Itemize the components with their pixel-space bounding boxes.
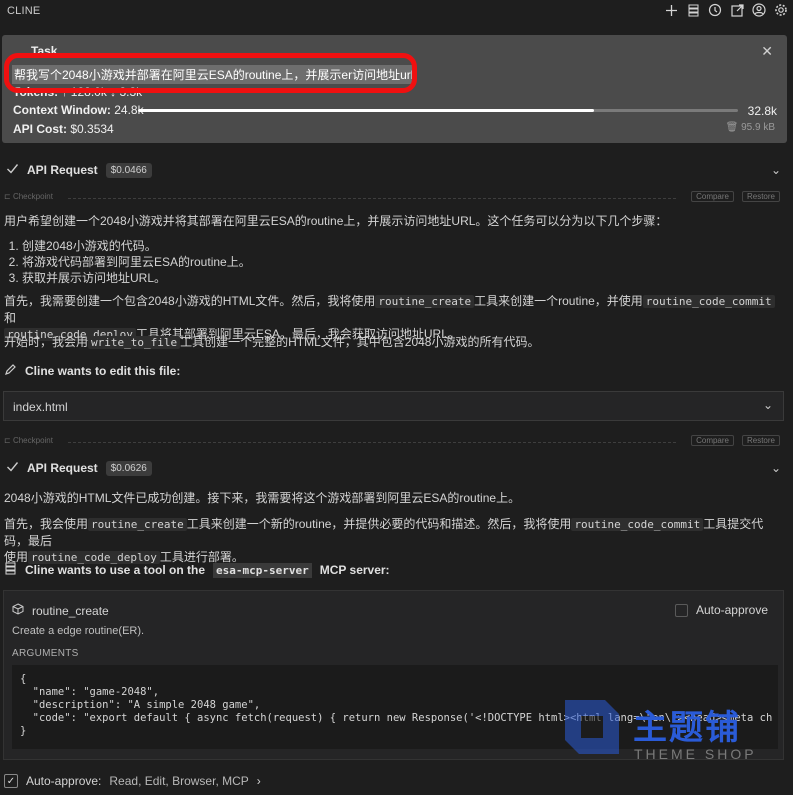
step-item: 创建2048小游戏的代码。 — [22, 238, 784, 254]
panel-title: CLINE — [7, 5, 41, 17]
tool-name: routine_create — [32, 603, 109, 618]
cube-icon — [12, 603, 24, 618]
restore-button[interactable]: Restore — [741, 435, 780, 446]
compare-button[interactable]: Compare — [691, 435, 734, 446]
context-progress-bar — [138, 109, 738, 112]
code-line: { — [20, 673, 27, 685]
edit-file-row: Cline wants to edit this file: — [4, 363, 180, 379]
api-request-row[interactable]: API Request $0.0626 — [6, 460, 152, 476]
compare-button[interactable]: Compare — [691, 191, 734, 202]
assistant-message-success: 2048小游戏的HTML文件已成功创建。接下来，我需要将这个游戏部署到阿里云ES… — [4, 491, 521, 505]
chevron-down-icon[interactable]: ⌄ — [771, 163, 781, 177]
auto-approve-label: Auto-approve: — [26, 774, 102, 788]
checkpoint-row: ⊏ Checkpoint Compare Restore — [4, 435, 786, 447]
context-label: Context Window: — [13, 103, 111, 117]
panel-header: CLINE — [0, 0, 793, 22]
file-accordion[interactable]: index.html ⌄ — [3, 391, 784, 421]
watermark-text: 主题铺 — [633, 709, 741, 747]
auto-approve-bar[interactable]: ✓ Auto-approve: Read, Edit, Browser, MCP… — [4, 774, 261, 788]
history-icon[interactable] — [707, 2, 723, 18]
pencil-icon — [4, 363, 17, 379]
auto-approve-checkbox[interactable]: ✓ — [4, 774, 18, 788]
step-item: 将游戏代码部署到阿里云ESA的routine上。 — [22, 254, 784, 270]
api-cost-value: $0.3534 — [70, 122, 114, 136]
code-line: "description": "A simple 2048 game", — [20, 699, 261, 711]
settings-gear-icon[interactable] — [773, 2, 789, 18]
auto-approve-value: Read, Edit, Browser, MCP — [109, 774, 249, 788]
mcp-label-a: Cline wants to use a tool on the — [25, 563, 206, 577]
auto-approve-label: Auto-approve — [695, 603, 768, 617]
api-cost-label: API Cost: — [13, 122, 67, 136]
edit-file-label: Cline wants to edit this file: — [25, 364, 181, 378]
checkpoint-row: ⊏ Checkpoint Compare Restore — [4, 191, 786, 203]
account-icon[interactable] — [751, 2, 767, 18]
context-progress-fill — [138, 109, 594, 112]
tool-header: routine_create — [12, 603, 109, 618]
close-task-icon[interactable]: ✕ — [761, 43, 773, 60]
tool-auto-approve[interactable]: Auto-approve — [674, 603, 768, 617]
mcp-request-row: Cline wants to use a tool on the esa-mcp… — [4, 562, 390, 578]
new-task-plus-icon[interactable] — [663, 2, 679, 18]
api-cost-row: API Cost: $0.3534 — [13, 122, 114, 136]
arguments-label: ARGUMENTS — [12, 648, 79, 659]
checkpoint-divider — [68, 198, 676, 199]
file-name: index.html — [13, 400, 68, 414]
chevron-down-icon[interactable]: ⌄ — [771, 461, 781, 475]
checkpoint-divider — [68, 442, 676, 443]
checkpoint-label: ⊏ Checkpoint — [4, 192, 53, 201]
header-toolbar — [663, 2, 789, 18]
highlight-annotation — [4, 53, 417, 93]
server-icon — [4, 562, 17, 578]
popout-icon[interactable] — [729, 2, 745, 18]
context-max: 32.8k — [747, 104, 777, 118]
trash-icon[interactable]: 🗑 — [726, 122, 739, 133]
tool-description: Create a edge routine(ER). — [12, 625, 145, 637]
api-request-cost-badge: $0.0466 — [105, 162, 152, 178]
api-request-label: API Request — [27, 461, 98, 475]
steps-list: 创建2048小游戏的代码。 将游戏代码部署到阿里云ESA的routine上。 获… — [4, 238, 784, 286]
restore-button[interactable]: Restore — [741, 191, 780, 202]
checkpoint-label: ⊏ Checkpoint — [4, 436, 53, 445]
api-request-row[interactable]: API Request $0.0466 — [6, 162, 152, 178]
watermark-subtext: THEME SHOP — [634, 746, 757, 762]
task-size-value: 95.9 kB — [741, 122, 775, 133]
mcp-server-name: esa-mcp-server — [213, 562, 312, 578]
code-line: } — [20, 725, 27, 737]
assistant-message-deploy: 首先，我会使用 routine_create 工具来创建一个新的routine，并提… — [4, 517, 764, 564]
check-icon — [6, 162, 19, 178]
mcp-label-b: MCP server: — [319, 563, 390, 577]
auto-approve-checkbox[interactable] — [674, 603, 688, 617]
code-line: "name": "game-2048", — [20, 686, 160, 698]
assistant-message-start: 开始时，我会用 write_to_file 工具创建一个完整的HTML文件，其中包含… — [4, 335, 540, 349]
mcp-servers-icon[interactable] — [685, 2, 701, 18]
api-request-cost-badge: $0.0626 — [105, 460, 152, 476]
assistant-message-intro: 用户希望创建一个2048小游戏并将其部署在阿里云ESA的routine上，并展示… — [4, 214, 668, 228]
api-request-label: API Request — [27, 163, 98, 177]
task-size: 🗑 95.9 kB — [726, 122, 775, 133]
step-item: 获取并展示访问地址URL。 — [22, 270, 784, 286]
chevron-right-icon[interactable]: › — [257, 774, 261, 788]
check-icon — [6, 460, 19, 476]
watermark-logo — [555, 690, 629, 767]
chevron-down-icon[interactable]: ⌄ — [763, 398, 773, 412]
